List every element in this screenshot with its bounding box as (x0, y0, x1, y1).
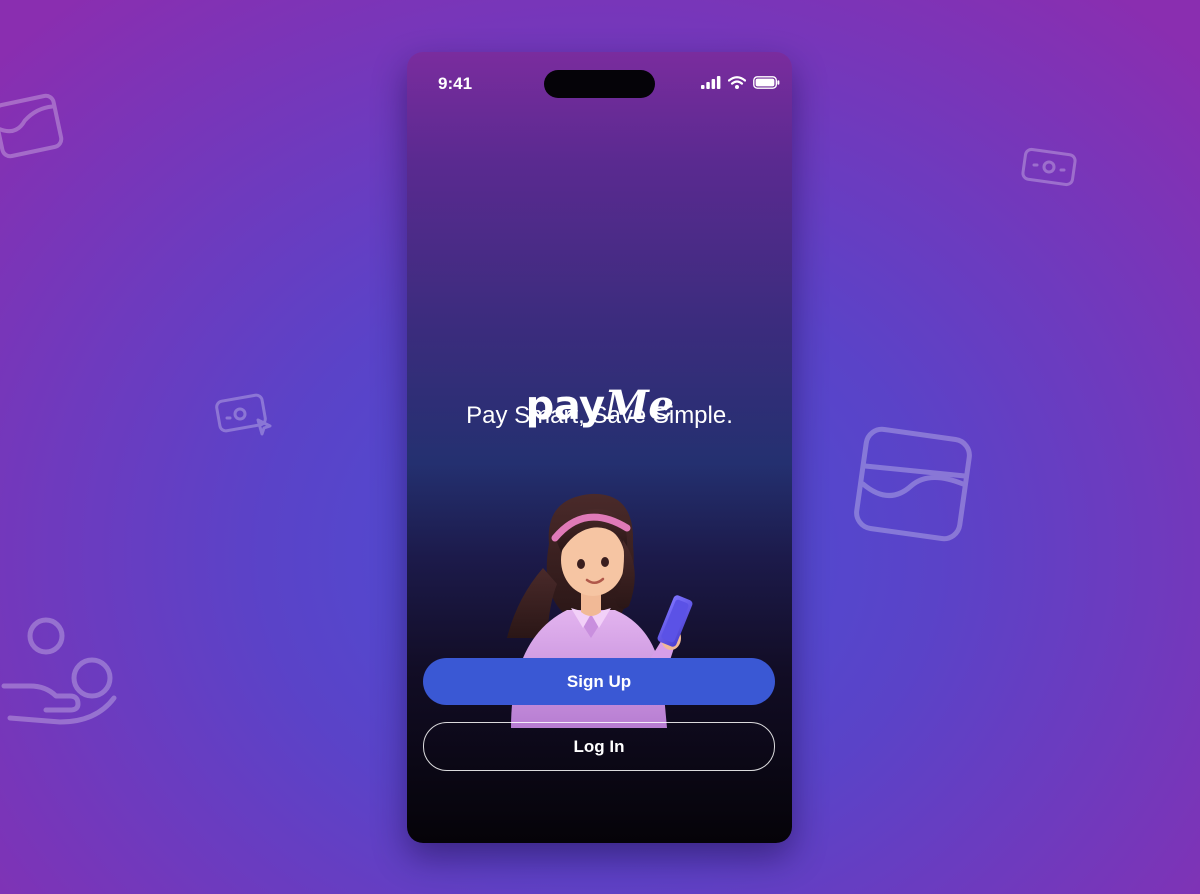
status-time: 9:41 (438, 74, 473, 93)
status-bar: 9:41 (407, 52, 792, 112)
tagline: Pay Smart, Save Simple. (466, 402, 733, 429)
wifi-icon (728, 76, 746, 89)
battery-icon (753, 76, 780, 89)
wallet-icon (845, 414, 985, 554)
status-icons (701, 76, 780, 89)
cash-icon (1020, 146, 1080, 192)
cash-cursor-icon (214, 390, 278, 440)
signal-icon (701, 76, 721, 89)
dynamic-island (544, 70, 655, 98)
log-in-button[interactable]: Log In (423, 722, 775, 771)
wallet-icon (0, 82, 70, 172)
sign-up-button[interactable]: Sign Up (423, 658, 775, 705)
hand-coin-user-icon (0, 612, 130, 742)
phone-screen: 9:41 payMe Pay Smart, Save Simple. Sign … (407, 52, 792, 843)
